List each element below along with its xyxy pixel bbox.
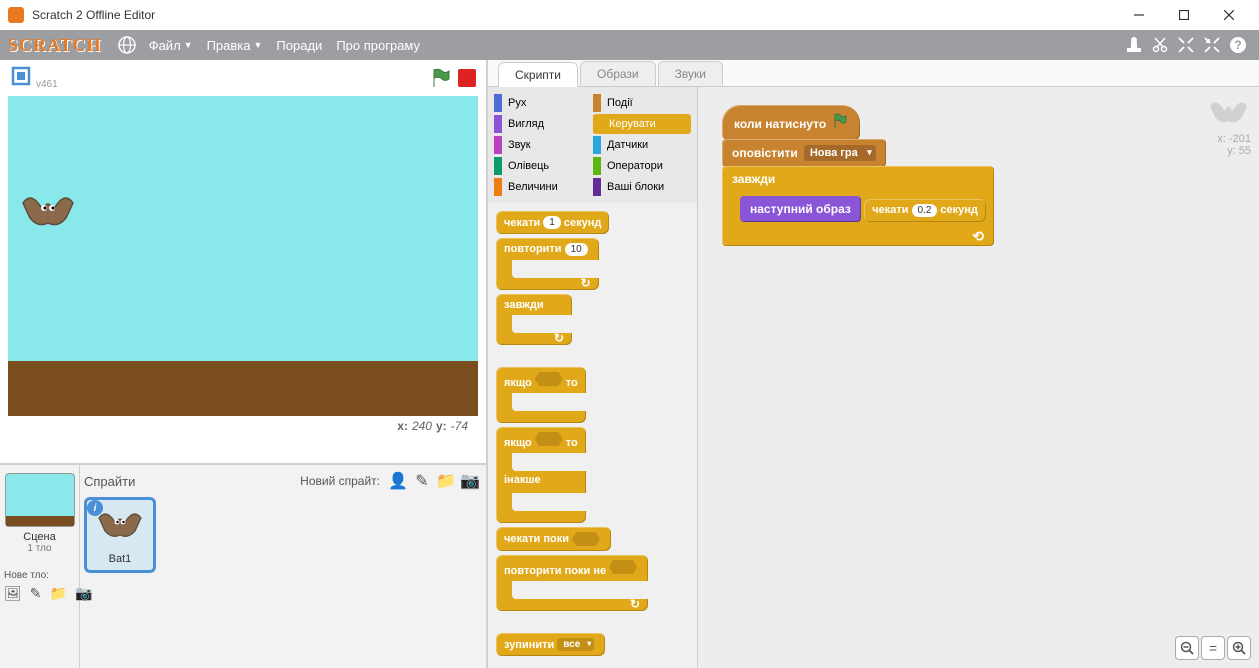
cat-pen[interactable]: Олівець xyxy=(494,156,592,176)
maximize-icon xyxy=(1179,10,1189,20)
fullscreen-icon[interactable] xyxy=(10,65,32,92)
menu-about[interactable]: Про програму xyxy=(336,38,420,53)
backdrop-paint-icon[interactable]: ✎ xyxy=(30,585,42,602)
block-wait[interactable]: чекати1секунд xyxy=(496,211,609,234)
block-next-costume[interactable]: наступний образ xyxy=(740,196,861,222)
window-title: Scratch 2 Offline Editor xyxy=(32,8,155,22)
sprite-item[interactable]: i Bat1 xyxy=(84,497,156,573)
block-stop[interactable]: зупинитивсе xyxy=(496,633,605,656)
cat-events[interactable]: Події xyxy=(593,93,691,113)
broadcast-dropdown[interactable]: Нова гра xyxy=(804,145,876,161)
maximize-button[interactable] xyxy=(1161,0,1206,30)
project-title: v461 xyxy=(36,79,58,90)
titlebar: Scratch 2 Offline Editor xyxy=(0,0,1259,30)
backdrop-upload-icon[interactable]: 📁 xyxy=(50,585,67,602)
menu-file[interactable]: Файл▼ xyxy=(149,38,193,53)
block-palette: Рух Події Вигляд Керувати Звук Датчики О… xyxy=(488,87,698,668)
sprite-name: Bat1 xyxy=(109,553,132,565)
zoom-in-button[interactable] xyxy=(1227,636,1251,660)
stage[interactable]: x:240 y:-74 xyxy=(8,96,478,459)
svg-text:?: ? xyxy=(1234,38,1241,52)
script-area[interactable]: x: -201 y: 55 коли натиснуто оповістити … xyxy=(698,87,1259,668)
backdrop-column: Сцена 1 тло Нове тло: 🖼 ✎ 📁 📷 xyxy=(0,465,80,668)
tabs-row: Скрипти Образи Звуки xyxy=(488,60,1259,87)
sprite-library-icon[interactable]: 👤 xyxy=(388,472,408,490)
stage-header: v461 xyxy=(0,60,486,96)
tab-sounds[interactable]: Звуки xyxy=(658,61,723,86)
block-wait-script[interactable]: чекати0.2секунд xyxy=(864,199,986,222)
sprite-camera-icon[interactable]: 📷 xyxy=(460,472,480,490)
tab-costumes[interactable]: Образи xyxy=(580,61,656,86)
block-repeat[interactable]: повторити10 xyxy=(496,238,599,290)
close-icon xyxy=(1224,10,1234,20)
cat-sound[interactable]: Звук xyxy=(494,135,592,155)
backdrop-library-icon[interactable]: 🖼 xyxy=(4,585,22,602)
block-categories: Рух Події Вигляд Керувати Звук Датчики О… xyxy=(488,87,697,203)
sprites-title: Спрайти xyxy=(84,474,135,489)
language-icon[interactable] xyxy=(117,35,137,55)
block-if[interactable]: якщото xyxy=(496,367,586,423)
scissors-icon[interactable] xyxy=(1151,36,1169,54)
zoom-reset-button[interactable]: = xyxy=(1201,636,1225,660)
sprite-info-corner: x: -201 y: 55 xyxy=(1206,95,1251,157)
menu-edit[interactable]: Правка▼ xyxy=(207,38,263,53)
scratch-logo: SCRATCH xyxy=(8,35,102,56)
cat-more[interactable]: Ваші блоки xyxy=(593,177,691,197)
help-icon[interactable]: ? xyxy=(1229,36,1247,54)
script-stack[interactable]: коли натиснуто оповістити Нова гра завжд… xyxy=(722,105,994,246)
cat-looks[interactable]: Вигляд xyxy=(494,114,592,134)
cat-motion[interactable]: Рух xyxy=(494,93,592,113)
block-forever-script[interactable]: завжди наступний образ чекати0.2секунд xyxy=(722,166,994,246)
menubar: SCRATCH Файл▼ Правка▼ Поради Про програм… xyxy=(0,30,1259,60)
right-panel: Скрипти Образи Звуки Рух Події Вигляд Ке… xyxy=(488,60,1259,668)
stamp-icon[interactable] xyxy=(1125,36,1143,54)
tab-scripts[interactable]: Скрипти xyxy=(498,62,578,87)
sprite-info-icon[interactable]: i xyxy=(87,500,103,516)
minimize-icon xyxy=(1134,10,1144,20)
left-panel: v461 x:240 y:-74 Сцена 1 тло xyxy=(0,60,488,668)
block-repeat-until[interactable]: повторити поки не xyxy=(496,555,648,611)
stop-icon[interactable] xyxy=(458,69,476,87)
green-flag-icon xyxy=(832,113,848,134)
zoom-controls: = xyxy=(1175,636,1251,660)
zoom-out-button[interactable] xyxy=(1175,636,1199,660)
cat-control[interactable]: Керувати xyxy=(593,114,691,134)
block-when-flag-clicked[interactable]: коли натиснуто xyxy=(722,105,860,140)
minimize-button[interactable] xyxy=(1116,0,1161,30)
bat-sprite-on-stage[interactable] xyxy=(18,188,78,238)
shrink-icon[interactable] xyxy=(1203,36,1221,54)
grow-icon[interactable] xyxy=(1177,36,1195,54)
cat-data[interactable]: Величини xyxy=(494,177,592,197)
green-flag-icon[interactable] xyxy=(430,67,452,89)
menu-tips[interactable]: Поради xyxy=(276,38,322,53)
backdrop-sublabel: 1 тло xyxy=(27,543,51,554)
block-forever[interactable]: завжди xyxy=(496,294,572,345)
block-if-else[interactable]: якщото інакше xyxy=(496,427,586,523)
sprites-panel: Сцена 1 тло Нове тло: 🖼 ✎ 📁 📷 Спрайти Но… xyxy=(0,463,486,668)
new-backdrop-label: Нове тло: xyxy=(4,570,49,581)
sprite-paint-icon[interactable]: ✎ xyxy=(412,472,432,490)
block-wait-until[interactable]: чекати поки xyxy=(496,527,611,551)
new-sprite-label: Новий спрайт: xyxy=(300,474,380,488)
backdrop-label: Сцена xyxy=(23,531,55,543)
close-button[interactable] xyxy=(1206,0,1251,30)
cat-operators[interactable]: Оператори xyxy=(593,156,691,176)
block-broadcast[interactable]: оповістити Нова гра xyxy=(722,139,886,167)
sprite-upload-icon[interactable]: 📁 xyxy=(436,472,456,490)
stage-coords: x:240 y:-74 xyxy=(8,416,478,436)
cat-sensing[interactable]: Датчики xyxy=(593,135,691,155)
app-icon xyxy=(8,7,24,23)
backdrop-thumbnail[interactable] xyxy=(5,473,75,527)
